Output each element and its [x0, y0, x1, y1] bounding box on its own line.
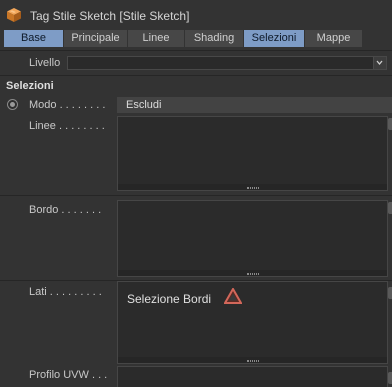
- window-title: Tag Stile Sketch [Stile Sketch]: [30, 9, 190, 23]
- modo-label: Modo . . . . . . . .: [29, 99, 106, 111]
- section-divider: [0, 75, 392, 76]
- tab-mappe[interactable]: Mappe: [305, 30, 363, 47]
- section-title: Selezioni: [6, 80, 54, 92]
- orange-cube-icon: [7, 8, 21, 22]
- tab-linee[interactable]: Linee: [128, 30, 185, 47]
- livello-dropdown[interactable]: [67, 56, 387, 70]
- chevron-down-icon[interactable]: [373, 57, 386, 69]
- linee-list[interactable]: [117, 116, 388, 191]
- title-bar: Tag Stile Sketch [Stile Sketch]: [0, 0, 392, 30]
- tab-selezioni[interactable]: Selezioni: [244, 30, 305, 47]
- linee-scroll-tab[interactable]: [388, 118, 392, 130]
- livello-label: Livello: [29, 57, 61, 69]
- tab-divider: [0, 50, 392, 51]
- grip-dots-icon: [246, 360, 259, 362]
- lati-scroll-tab[interactable]: [388, 287, 392, 299]
- row-divider: [0, 195, 392, 196]
- grip-dots-icon: [246, 273, 259, 275]
- bordo-resize-handle[interactable]: [118, 270, 387, 276]
- bordo-list[interactable]: [117, 200, 388, 277]
- bordo-scroll-tab[interactable]: [388, 202, 392, 214]
- warning-triangle-icon: [224, 288, 242, 304]
- lati-list[interactable]: Selezione Bordi: [117, 281, 388, 364]
- modo-radio-button[interactable]: [7, 99, 18, 110]
- lati-list-item[interactable]: Selezione Bordi: [127, 292, 211, 306]
- lati-label: Lati . . . . . . . . .: [29, 286, 102, 298]
- linee-label: Linee . . . . . . . .: [29, 120, 105, 132]
- lati-resize-handle[interactable]: [118, 357, 387, 363]
- profilo-uvw-label: Profilo UVW . . .: [29, 369, 108, 381]
- grip-dots-icon: [246, 187, 259, 189]
- tab-base[interactable]: Base: [4, 30, 64, 47]
- profilo-scroll-tab[interactable]: [388, 372, 392, 384]
- linee-resize-handle[interactable]: [118, 184, 387, 190]
- profilo-uvw-list[interactable]: [117, 366, 388, 387]
- tab-principale[interactable]: Principale: [64, 30, 128, 47]
- tab-shading[interactable]: Shading: [185, 30, 244, 47]
- bordo-label: Bordo . . . . . . .: [29, 204, 102, 216]
- tab-bar: Base Principale Linee Shading Selezioni …: [4, 30, 363, 47]
- modo-select[interactable]: Escludi: [117, 97, 392, 113]
